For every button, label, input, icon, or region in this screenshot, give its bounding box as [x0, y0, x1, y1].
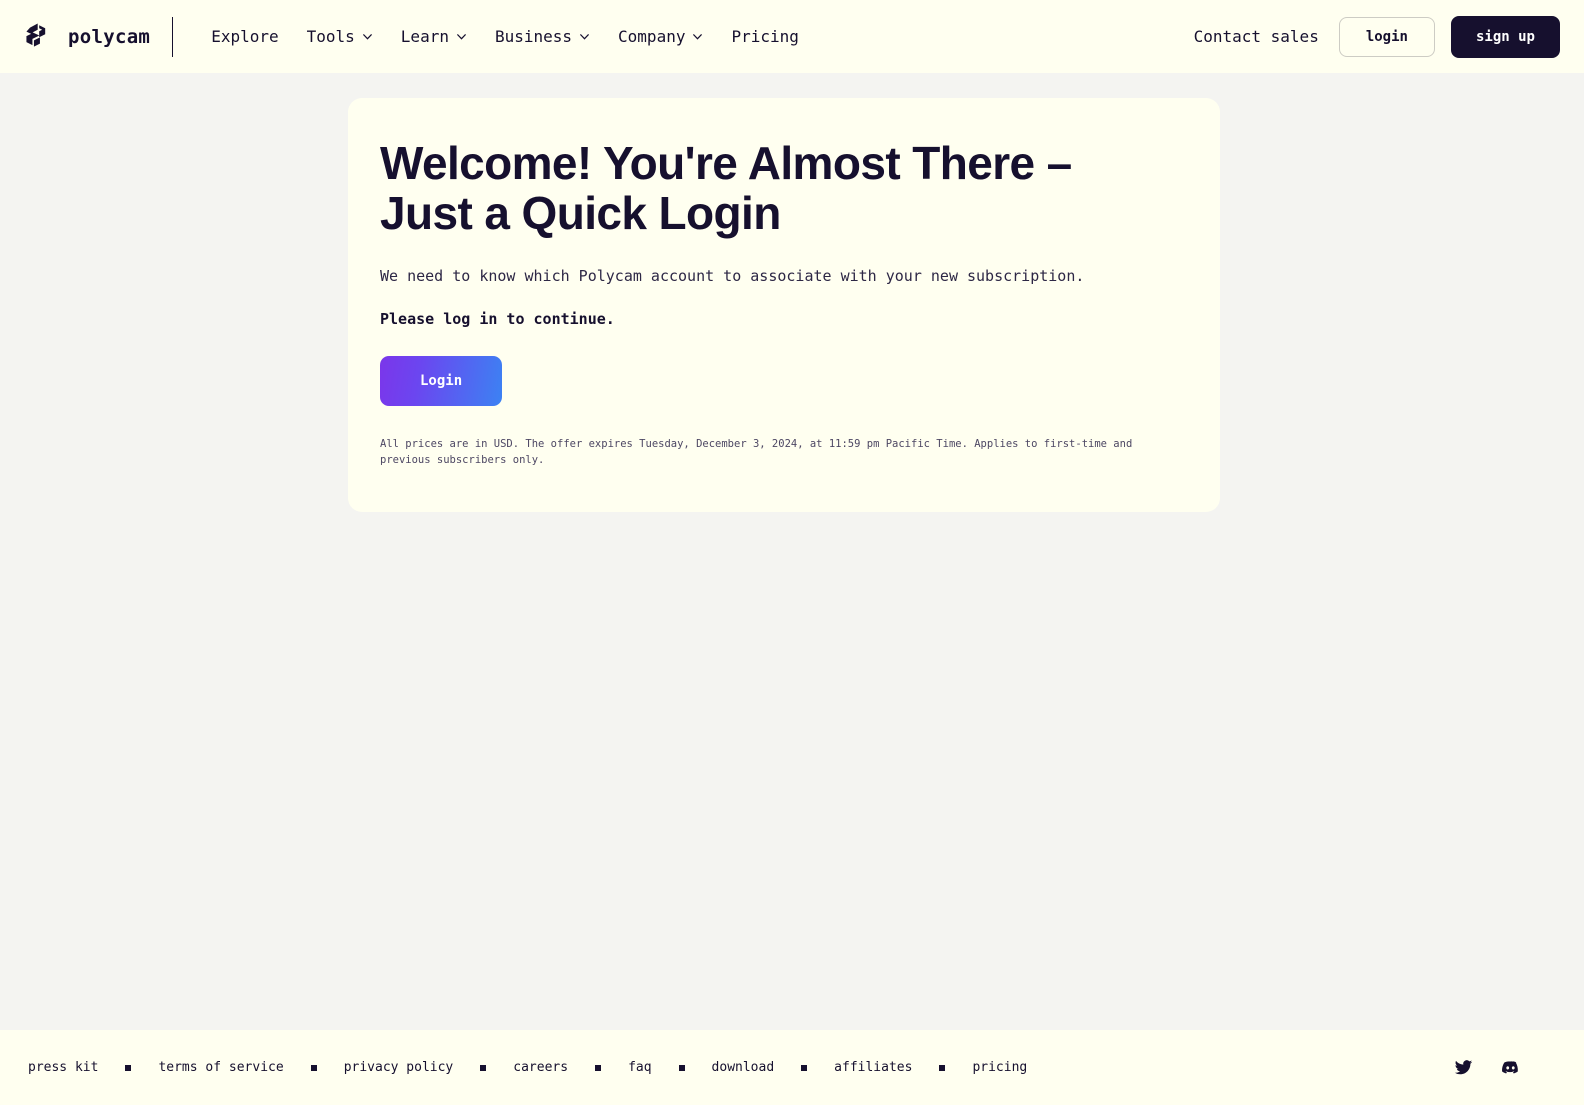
footer-link-privacy-policy[interactable]: privacy policy [342, 1056, 456, 1079]
footer-link-download[interactable]: download [710, 1056, 777, 1079]
nav-item-company[interactable]: Company [604, 19, 717, 54]
header-signup-button[interactable]: sign up [1450, 15, 1560, 58]
brand-logo[interactable]: polycam [24, 22, 172, 52]
footer-separator [801, 1064, 808, 1071]
footer-separator [939, 1064, 946, 1071]
site-footer: press kit terms of service privacy polic… [0, 1030, 1584, 1105]
polycam-logo-icon [26, 23, 46, 47]
login-prompt-card: Welcome! You're Almost There – Just a Qu… [348, 98, 1220, 513]
footer-separator [125, 1064, 132, 1071]
header-divider [172, 16, 174, 57]
footer-link-faq[interactable]: faq [626, 1056, 653, 1079]
chevron-down-icon [456, 34, 466, 40]
chevron-down-icon [693, 34, 703, 40]
footer-link-affiliates[interactable]: affiliates [832, 1056, 914, 1079]
footer-link-press-kit[interactable]: press kit [26, 1056, 100, 1079]
page-subtitle: We need to know which Polycam account to… [380, 267, 1085, 286]
nav-item-business[interactable]: Business [481, 19, 604, 54]
login-prompt-text: Please log in to continue. [380, 309, 615, 328]
offer-fineprint: All prices are in USD. The offer expires… [380, 437, 1133, 467]
main-content: Welcome! You're Almost There – Just a Qu… [0, 73, 1584, 1030]
nav-label: Pricing [731, 27, 799, 46]
nav-item-tools[interactable]: Tools [293, 19, 387, 54]
footer-links: press kit terms of service privacy polic… [26, 1056, 1029, 1079]
nav-item-pricing[interactable]: Pricing [717, 19, 812, 54]
nav-label: Business [494, 27, 573, 46]
footer-separator [595, 1064, 602, 1071]
nav-item-explore[interactable]: Explore [197, 19, 292, 54]
nav-label: Company [618, 27, 686, 46]
page-title: Welcome! You're Almost There – Just a Qu… [380, 137, 1072, 240]
discord-icon[interactable] [1501, 1058, 1520, 1077]
footer-social-links [1454, 1058, 1558, 1077]
footer-link-terms-of-service[interactable]: terms of service [156, 1056, 285, 1079]
login-button[interactable]: Login [380, 355, 503, 406]
brand-name: polycam [68, 25, 151, 48]
nav-label: Explore [211, 27, 279, 46]
footer-link-pricing[interactable]: pricing [970, 1056, 1029, 1079]
nav-label: Tools [306, 27, 355, 46]
twitter-icon[interactable] [1454, 1058, 1473, 1077]
chevron-down-icon [362, 34, 372, 40]
header-actions: Contact sales login sign up [1190, 15, 1560, 58]
footer-separator [310, 1064, 317, 1071]
main-navigation: Explore Tools Learn Business Company Pri… [197, 19, 813, 54]
header-login-button[interactable]: login [1338, 16, 1435, 57]
site-header: polycam Explore Tools Learn Business Com [0, 0, 1584, 73]
nav-label: Learn [400, 27, 449, 46]
contact-sales-link[interactable]: Contact sales [1190, 21, 1323, 52]
footer-separator [678, 1064, 685, 1071]
footer-separator [480, 1064, 487, 1071]
nav-item-learn[interactable]: Learn [387, 19, 481, 54]
chevron-down-icon [580, 34, 590, 40]
footer-link-careers[interactable]: careers [511, 1056, 570, 1079]
